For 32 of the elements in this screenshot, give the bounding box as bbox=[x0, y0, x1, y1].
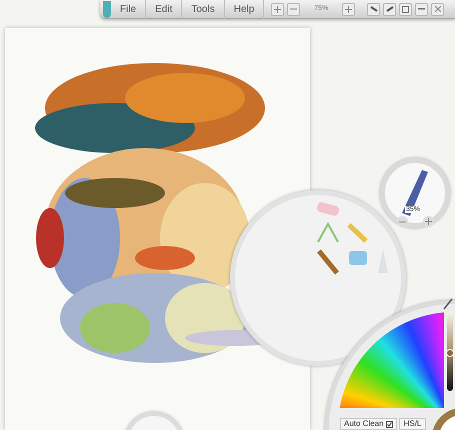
window-icon bbox=[402, 6, 410, 12]
redo-button[interactable] bbox=[383, 2, 396, 16]
size-down-button[interactable] bbox=[397, 216, 408, 227]
lightness-thumb[interactable] bbox=[446, 348, 454, 357]
undo-icon bbox=[370, 6, 378, 12]
minus-icon bbox=[290, 8, 298, 10]
window-button[interactable] bbox=[399, 2, 412, 16]
brush-size-dial[interactable] bbox=[380, 158, 450, 228]
plus-icon bbox=[345, 6, 352, 12]
redo-icon bbox=[386, 6, 394, 12]
brush-icon[interactable] bbox=[316, 248, 340, 276]
zoom-out-button[interactable] bbox=[287, 2, 300, 16]
menu-item[interactable]: File bbox=[111, 0, 146, 18]
plus-icon bbox=[425, 218, 432, 225]
undo-button[interactable] bbox=[367, 2, 380, 16]
fill-icon[interactable] bbox=[316, 222, 340, 244]
eyedropper-icon[interactable] bbox=[443, 298, 453, 310]
zoom-reset-button[interactable] bbox=[342, 2, 356, 16]
close-icon bbox=[434, 6, 441, 12]
close-button[interactable] bbox=[431, 2, 444, 16]
lightness-slider[interactable] bbox=[447, 313, 453, 391]
menu-item[interactable]: Tools bbox=[182, 0, 225, 18]
grip-handle[interactable] bbox=[103, 0, 111, 18]
auto-clean-toggle[interactable]: Auto Clean bbox=[340, 418, 397, 430]
minus-icon bbox=[399, 220, 406, 222]
minimize-icon bbox=[418, 8, 426, 10]
minimize-button[interactable] bbox=[415, 2, 428, 16]
menu-item[interactable]: Help bbox=[224, 0, 264, 18]
zoom-in-button[interactable] bbox=[271, 2, 284, 16]
hsl-mode-button[interactable]: HS/L bbox=[398, 418, 426, 430]
plus-icon bbox=[274, 6, 282, 12]
menu-item[interactable]: Edit bbox=[146, 0, 182, 18]
